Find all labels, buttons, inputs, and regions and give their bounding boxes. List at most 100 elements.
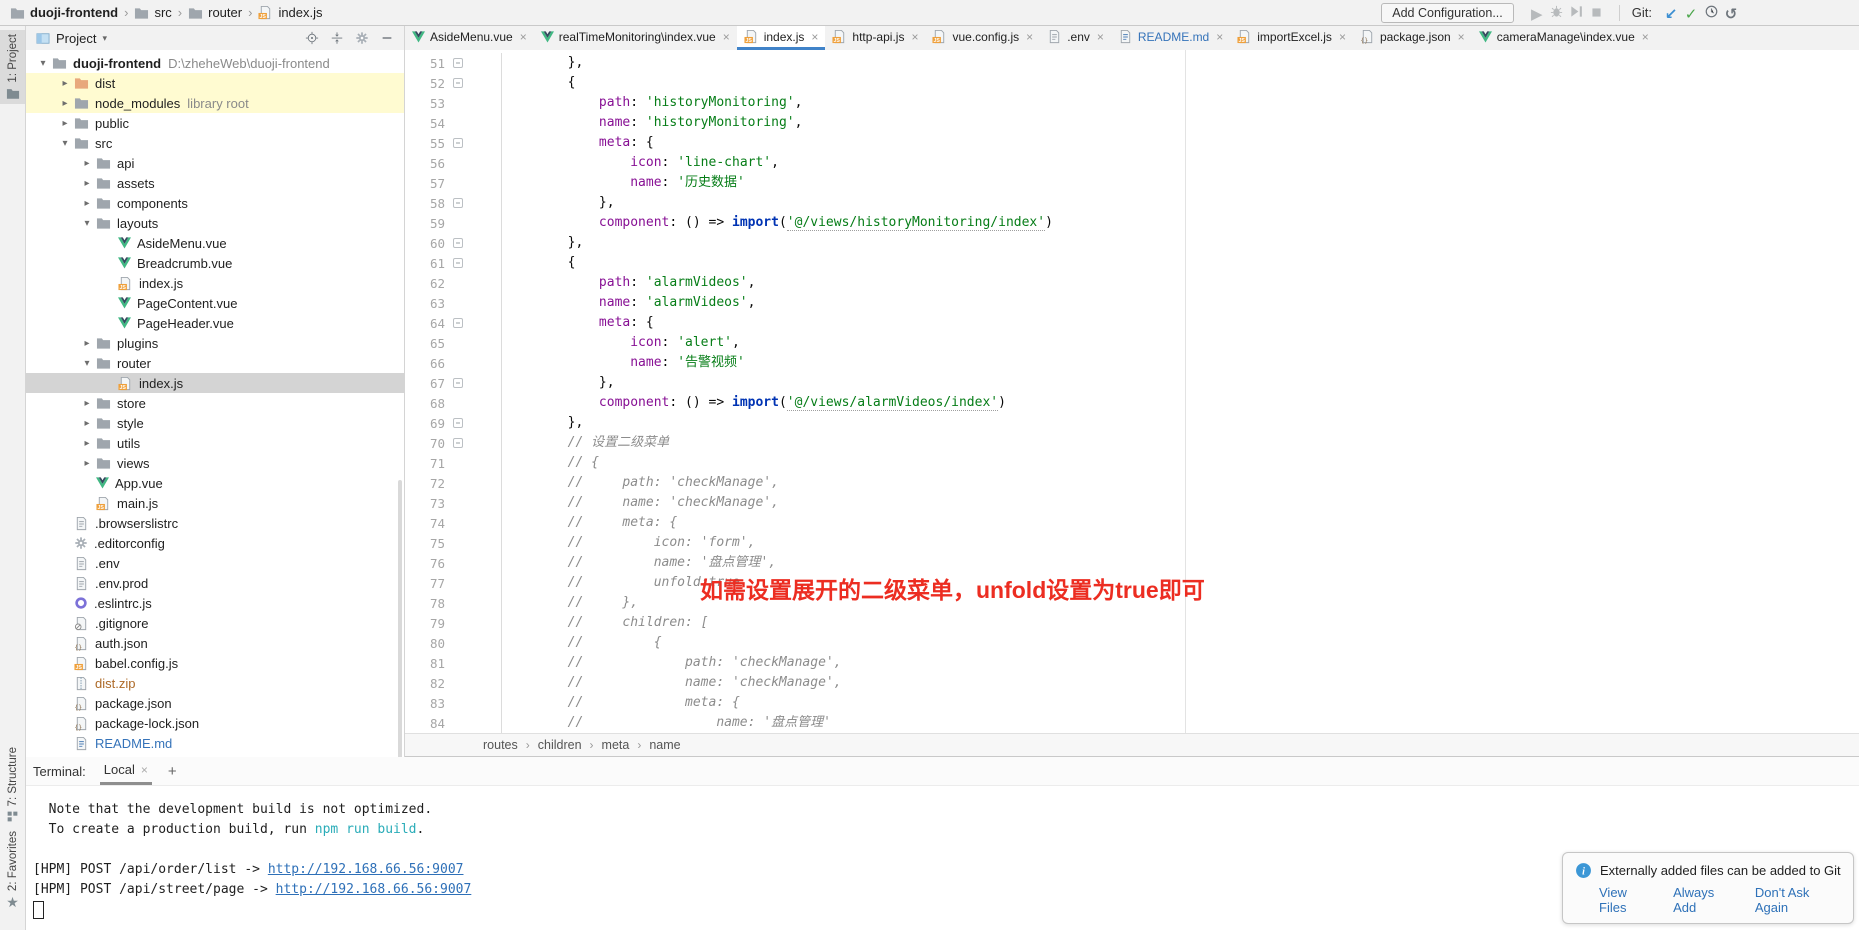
tree-expand-icon[interactable]: ▸ [78, 438, 96, 449]
tree-item-asidemenu-vue[interactable]: AsideMenu.vue [26, 233, 404, 253]
add-configuration-button[interactable]: Add Configuration... [1381, 3, 1514, 23]
close-icon[interactable]: × [1216, 30, 1223, 44]
tree-expand-icon[interactable]: ▸ [56, 98, 74, 109]
tree-item-style[interactable]: ▸style [26, 413, 404, 433]
tree-expand-icon[interactable]: ▾ [78, 218, 96, 229]
tree-expand-icon[interactable]: ▸ [78, 418, 96, 429]
close-icon[interactable]: × [811, 30, 818, 44]
tree-item-main-js[interactable]: JSmain.js [26, 493, 404, 513]
breadcrumb-item-src[interactable]: src [134, 5, 171, 20]
tree-item-src[interactable]: ▾src [26, 133, 404, 153]
close-icon[interactable]: × [1097, 30, 1104, 44]
editor-tab-env[interactable]: .env× [1040, 26, 1111, 50]
breadcrumb-item-router[interactable]: router [188, 5, 242, 20]
close-icon[interactable]: × [911, 30, 918, 44]
close-icon[interactable]: × [141, 763, 148, 777]
editor-tab-package-json[interactable]: {}package.json× [1353, 26, 1472, 50]
tree-expand-icon[interactable]: ▸ [78, 398, 96, 409]
stripe-button-1-project[interactable]: 1: Project [0, 30, 25, 104]
editor-breadcrumb-routes[interactable]: routes [483, 738, 518, 752]
tree-item-env[interactable]: .env [26, 553, 404, 573]
rollback-icon[interactable]: ↺ [1721, 4, 1741, 24]
new-terminal-tab-icon[interactable]: + [168, 763, 177, 780]
tree-item-dist[interactable]: ▸dist [26, 73, 404, 93]
tree-item-package-lock-json[interactable]: {}package-lock.json [26, 713, 404, 733]
fold-icon[interactable] [453, 318, 463, 328]
close-icon[interactable]: × [1026, 30, 1033, 44]
tree-item-readme-md[interactable]: README.md [26, 733, 404, 753]
minus-icon[interactable] [380, 31, 394, 45]
tree-item-duoji-frontend[interactable]: ▾duoji-frontendD:\zheheWeb\duoji-fronten… [26, 53, 404, 73]
tree-item-api[interactable]: ▸api [26, 153, 404, 173]
tree-item-assets[interactable]: ▸assets [26, 173, 404, 193]
close-icon[interactable]: × [1458, 30, 1465, 44]
tree-item-editorconfig[interactable]: .editorconfig [26, 533, 404, 553]
tree-expand-icon[interactable]: ▸ [78, 338, 96, 349]
tree-item-babel-config-js[interactable]: JSbabel.config.js [26, 653, 404, 673]
tree-expand-icon[interactable]: ▾ [56, 138, 74, 149]
fold-icon[interactable] [453, 138, 463, 148]
tree-item-pagecontent-vue[interactable]: PageContent.vue [26, 293, 404, 313]
tree-item-node-modules[interactable]: ▸node_moduleslibrary root [26, 93, 404, 113]
tree-expand-icon[interactable]: ▸ [78, 198, 96, 209]
breadcrumb-item-index-js[interactable]: JSindex.js [258, 5, 322, 20]
editor-breadcrumb-meta[interactable]: meta [602, 738, 630, 752]
tree-item-env-prod[interactable]: .env.prod [26, 573, 404, 593]
tree-item-layouts[interactable]: ▾layouts [26, 213, 404, 233]
commit-icon[interactable]: ✓ [1681, 4, 1701, 24]
tree-item-store[interactable]: ▸store [26, 393, 404, 413]
tree-expand-icon[interactable]: ▸ [78, 158, 96, 169]
target-icon[interactable] [305, 31, 319, 45]
tree-item-plugins[interactable]: ▸plugins [26, 333, 404, 353]
tree-item-components[interactable]: ▸components [26, 193, 404, 213]
stripe-button-7-structure[interactable]: 7: Structure [0, 743, 25, 827]
history-icon[interactable] [1701, 1, 1721, 21]
stripe-button-2-favorites[interactable]: 2: Favorites★ [0, 827, 25, 913]
tree-expand-icon[interactable]: ▸ [78, 178, 96, 189]
tree-expand-icon[interactable]: ▸ [56, 118, 74, 129]
tree-expand-icon[interactable]: ▾ [78, 358, 96, 369]
tree-item-pageheader-vue[interactable]: PageHeader.vue [26, 313, 404, 333]
fold-icon[interactable] [453, 438, 463, 448]
tree-item-breadcrumb-vue[interactable]: Breadcrumb.vue [26, 253, 404, 273]
tree-item-package-json[interactable]: {}package.json [26, 693, 404, 713]
run-icon[interactable]: ▶ [1527, 4, 1547, 24]
notification-action-view-files[interactable]: View Files [1599, 885, 1655, 915]
tree-item-index-js[interactable]: JSindex.js [26, 373, 404, 393]
editor-breadcrumb-name[interactable]: name [649, 738, 680, 752]
tree-item-auth-json[interactable]: {}auth.json [26, 633, 404, 653]
close-icon[interactable]: × [1339, 30, 1346, 44]
editor-tab-vue-config-js[interactable]: JSvue.config.js× [925, 26, 1040, 50]
tree-item-browserslistrc[interactable]: .browserslistrc [26, 513, 404, 533]
tree-item-router[interactable]: ▾router [26, 353, 404, 373]
tree-item-dist-zip[interactable]: dist.zip [26, 673, 404, 693]
tree-item-public[interactable]: ▸public [26, 113, 404, 133]
gear-icon[interactable] [355, 31, 369, 45]
update-icon[interactable]: ↙ [1661, 4, 1681, 24]
fold-icon[interactable] [453, 198, 463, 208]
fold-icon[interactable] [453, 378, 463, 388]
notification-action-don-t-ask-again[interactable]: Don't Ask Again [1755, 885, 1841, 915]
fold-icon[interactable] [453, 238, 463, 248]
tree-item-app-vue[interactable]: App.vue [26, 473, 404, 493]
tree-item-eslintrc-js[interactable]: .eslintrc.js [26, 593, 404, 613]
editor-tab-importexcel-js[interactable]: JSimportExcel.js× [1230, 26, 1353, 50]
close-icon[interactable]: × [723, 30, 730, 44]
editor-breadcrumb-children[interactable]: children [538, 738, 582, 752]
project-panel-title[interactable]: Project [56, 31, 96, 46]
debug-icon[interactable] [1547, 1, 1567, 21]
stop-icon[interactable] [1587, 2, 1607, 22]
tree-expand-icon[interactable]: ▸ [78, 458, 96, 469]
breadcrumb-item-duoji-frontend[interactable]: duoji-frontend [10, 5, 118, 20]
editor-tab-http-api-js[interactable]: JShttp-api.js× [825, 26, 925, 50]
close-icon[interactable]: × [1642, 30, 1649, 44]
editor-tab-readme-md[interactable]: README.md× [1111, 26, 1230, 50]
tree-expand-icon[interactable]: ▾ [34, 58, 52, 69]
code-editor[interactable]: 51 },52 {53 path: 'historyMonitoring',54… [405, 50, 1859, 733]
chevron-down-icon[interactable]: ▾ [102, 34, 107, 43]
fold-icon[interactable] [453, 258, 463, 268]
fold-icon[interactable] [453, 418, 463, 428]
tree-item-gitignore[interactable]: .gitignore [26, 613, 404, 633]
terminal-tab-local[interactable]: Local× [100, 757, 152, 785]
terminal-link[interactable]: http://192.168.66.56:9007 [276, 882, 472, 897]
